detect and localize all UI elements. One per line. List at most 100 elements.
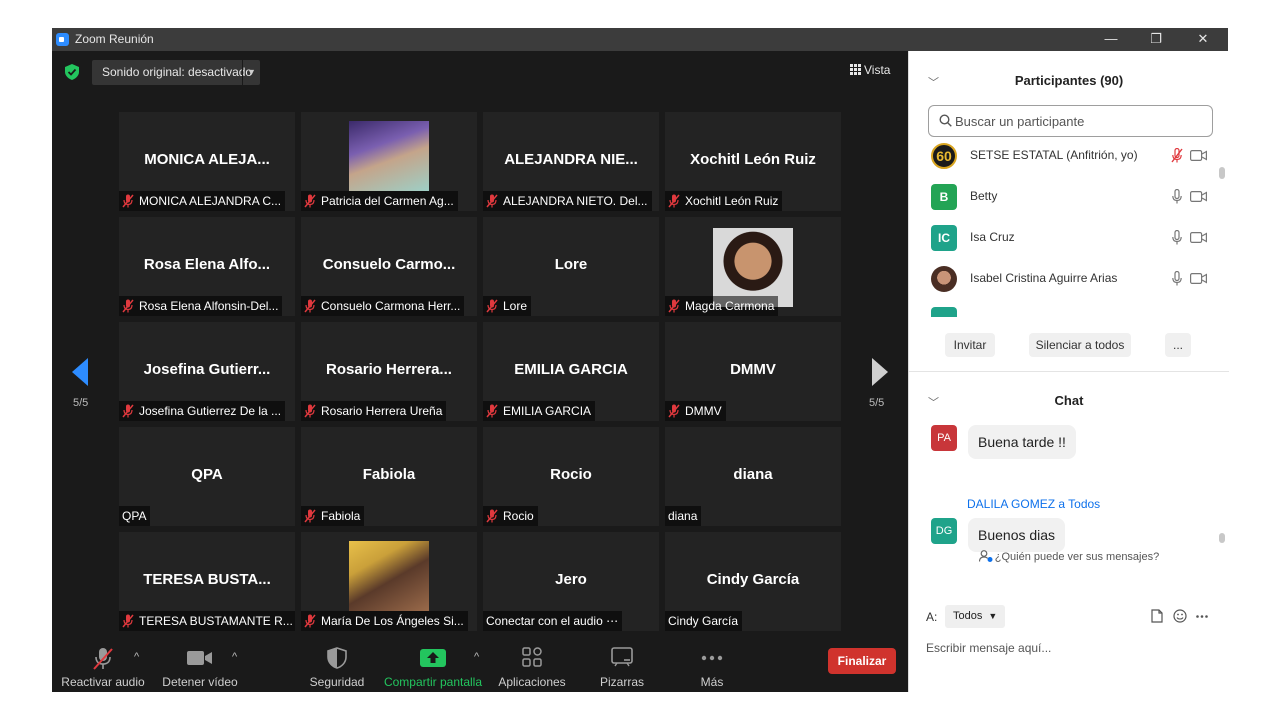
video-tile[interactable]: Rosa Elena Alfo... Rosa Elena Alfonsin-De… bbox=[119, 217, 295, 316]
restore-button[interactable]: ❐ bbox=[1141, 30, 1171, 48]
video-tile[interactable]: Xochitl León Ruiz Xochitl León Ruiz bbox=[665, 112, 841, 211]
invite-button[interactable]: Invitar bbox=[945, 333, 995, 357]
video-options-caret-icon[interactable]: ^ bbox=[232, 651, 237, 663]
mic-muted-icon[interactable] bbox=[1171, 148, 1183, 163]
video-tile[interactable]: QPA QPA bbox=[119, 427, 295, 526]
participant-row[interactable] bbox=[931, 305, 1211, 317]
participant-photo bbox=[349, 541, 429, 611]
share-screen-button[interactable]: Compartir pantalla bbox=[382, 635, 484, 692]
video-camera-icon[interactable] bbox=[1190, 232, 1207, 243]
chat-scrollbar[interactable] bbox=[1219, 533, 1225, 543]
security-button[interactable]: Seguridad bbox=[300, 635, 374, 692]
stop-video-button[interactable]: Detener vídeo bbox=[156, 635, 244, 692]
video-tile[interactable]: Fabiola Fabiola bbox=[301, 427, 477, 526]
chat-recipient-value: Todos bbox=[953, 610, 983, 622]
video-tile[interactable]: María De Los Ángeles Si... bbox=[301, 532, 477, 631]
video-camera-icon[interactable] bbox=[1190, 273, 1207, 284]
more-button[interactable]: Más bbox=[676, 635, 748, 692]
mute-all-button[interactable]: Silenciar a todos bbox=[1029, 333, 1131, 357]
audio-options-caret-icon[interactable]: ^ bbox=[134, 651, 139, 663]
tile-name-text: MONICA ALEJANDRA C... bbox=[139, 194, 282, 208]
share-screen-icon bbox=[420, 649, 446, 667]
apps-button[interactable]: Aplicaciones bbox=[494, 635, 570, 692]
mic-muted-icon bbox=[122, 299, 134, 313]
participants-more-button[interactable]: ... bbox=[1165, 333, 1191, 357]
tile-name-text: Lore bbox=[503, 299, 528, 313]
video-tile[interactable]: TERESA BUSTA... TERESA BUSTAMANTE R... bbox=[119, 532, 295, 631]
participant-name: Isa Cruz bbox=[970, 230, 1015, 244]
mic-icon[interactable] bbox=[1171, 189, 1183, 204]
tile-name-text: QPA bbox=[122, 509, 147, 523]
original-sound-button[interactable]: Sonido original: desactivado ▼ bbox=[92, 60, 260, 85]
share-options-caret-icon[interactable]: ^ bbox=[474, 651, 479, 663]
participant-row[interactable]: 60 SETSE ESTATAL (Anfitrión, yo) bbox=[931, 141, 1211, 171]
whiteboard-icon bbox=[611, 647, 633, 667]
participant-row[interactable]: IC Isa Cruz bbox=[931, 223, 1211, 253]
unmute-audio-button[interactable]: Reactivar audio bbox=[58, 635, 148, 692]
emoji-icon[interactable] bbox=[1173, 609, 1187, 623]
video-tile[interactable]: MONICA ALEJA... MONICA ALEJANDRA C... bbox=[119, 112, 295, 211]
tile-name-label: EMILIA GARCIA bbox=[483, 401, 596, 421]
participant-row[interactable]: B Betty bbox=[931, 182, 1211, 212]
file-icon[interactable] bbox=[1151, 609, 1163, 623]
tile-name-label: ALEJANDRA NIETO. Del... bbox=[483, 191, 652, 211]
close-button[interactable]: ✕ bbox=[1188, 30, 1218, 48]
whiteboards-label: Pizarras bbox=[599, 675, 644, 689]
view-button[interactable]: Vista bbox=[850, 63, 890, 77]
tile-display-name: Xochitl León Ruiz bbox=[690, 151, 816, 168]
next-page-arrow-icon[interactable] bbox=[870, 357, 890, 387]
tile-name-text: Josefina Gutierrez De la ... bbox=[139, 404, 282, 418]
whiteboards-button[interactable]: Pizarras bbox=[586, 635, 658, 692]
video-tile[interactable]: diana diana bbox=[665, 427, 841, 526]
video-tile[interactable]: Magda Carmona bbox=[665, 217, 841, 316]
tile-name-text: Rosa Elena Alfonsin-Del... bbox=[139, 299, 279, 313]
zoom-logo-icon bbox=[56, 33, 69, 46]
mic-muted-icon bbox=[668, 299, 680, 313]
end-meeting-button[interactable]: Finalizar bbox=[828, 648, 896, 674]
tile-display-name: Fabiola bbox=[362, 466, 416, 483]
participant-search-input[interactable] bbox=[955, 111, 1205, 131]
page-indicator-right: 5/5 bbox=[869, 397, 885, 409]
video-tile[interactable]: Patricia del Carmen Ag... bbox=[301, 112, 477, 211]
participant-row[interactable]: Isabel Cristina Aguirre Arias bbox=[931, 264, 1211, 294]
mic-icon[interactable] bbox=[1171, 230, 1183, 245]
participants-scrollbar[interactable] bbox=[1219, 167, 1225, 179]
side-panel: ﹀ Participantes (90) 60 SETSE ESTATAL (An… bbox=[908, 51, 1229, 692]
person-lock-icon bbox=[978, 550, 993, 562]
chat-message-input[interactable]: Escribir mensaje aquí... bbox=[926, 641, 1051, 655]
video-tile[interactable]: Josefina Gutierr... Josefina Gutierrez De… bbox=[119, 322, 295, 421]
mic-muted-icon bbox=[486, 404, 498, 418]
caret-down-icon[interactable]: ▼ bbox=[242, 60, 260, 85]
video-camera-icon[interactable] bbox=[1190, 150, 1207, 161]
video-tile[interactable]: Lore Lore bbox=[483, 217, 659, 316]
video-tile[interactable]: DMMV DMMV bbox=[665, 322, 841, 421]
meeting-area: Sonido original: desactivado ▼ Vista 5/5… bbox=[52, 51, 908, 692]
tile-display-name: Consuelo Carmo... bbox=[322, 256, 456, 273]
chat-bubble[interactable]: Buenos dias bbox=[968, 518, 1066, 552]
video-tile[interactable]: Jero Conectar con el audio ⋯ bbox=[483, 532, 659, 631]
chat-recipient-select[interactable]: Todos ▼ bbox=[945, 605, 1006, 628]
video-tile[interactable]: Rocio Rocio bbox=[483, 427, 659, 526]
video-tile[interactable]: Consuelo Carmo... Consuelo Carmona Herr..… bbox=[301, 217, 477, 316]
tile-name-label: Josefina Gutierrez De la ... bbox=[119, 401, 286, 421]
video-tile[interactable]: Cindy García Cindy García bbox=[665, 532, 841, 631]
mic-muted-icon bbox=[486, 509, 498, 523]
more-dots-icon[interactable] bbox=[1196, 615, 1208, 618]
video-tile[interactable]: Rosario Herrera... Rosario Herrera Ureña bbox=[301, 322, 477, 421]
tile-name-label: Fabiola bbox=[301, 506, 365, 526]
tile-name-text: Rosario Herrera Ureña bbox=[321, 404, 443, 418]
video-camera-icon[interactable] bbox=[1190, 191, 1207, 202]
chat-bubble[interactable]: Buena tarde !! bbox=[968, 425, 1076, 459]
previous-page-arrow-icon[interactable] bbox=[70, 357, 90, 387]
participant-search-box[interactable] bbox=[928, 105, 1213, 137]
video-tile[interactable]: ALEJANDRA NIE... ALEJANDRA NIETO. Del... bbox=[483, 112, 659, 211]
who-can-see-messages[interactable]: ¿Quién puede ver sus mensajes? bbox=[909, 550, 1229, 563]
mic-icon[interactable] bbox=[1171, 271, 1183, 286]
video-tile[interactable]: EMILIA GARCIA EMILIA GARCIA bbox=[483, 322, 659, 421]
shield-check-icon[interactable] bbox=[65, 64, 79, 80]
participant-avatar: IC bbox=[931, 225, 957, 251]
mic-muted-icon bbox=[486, 194, 498, 208]
minimize-button[interactable]: — bbox=[1096, 30, 1126, 48]
tile-name-label: Consuelo Carmona Herr... bbox=[301, 296, 465, 316]
tile-display-name: diana bbox=[733, 466, 773, 483]
